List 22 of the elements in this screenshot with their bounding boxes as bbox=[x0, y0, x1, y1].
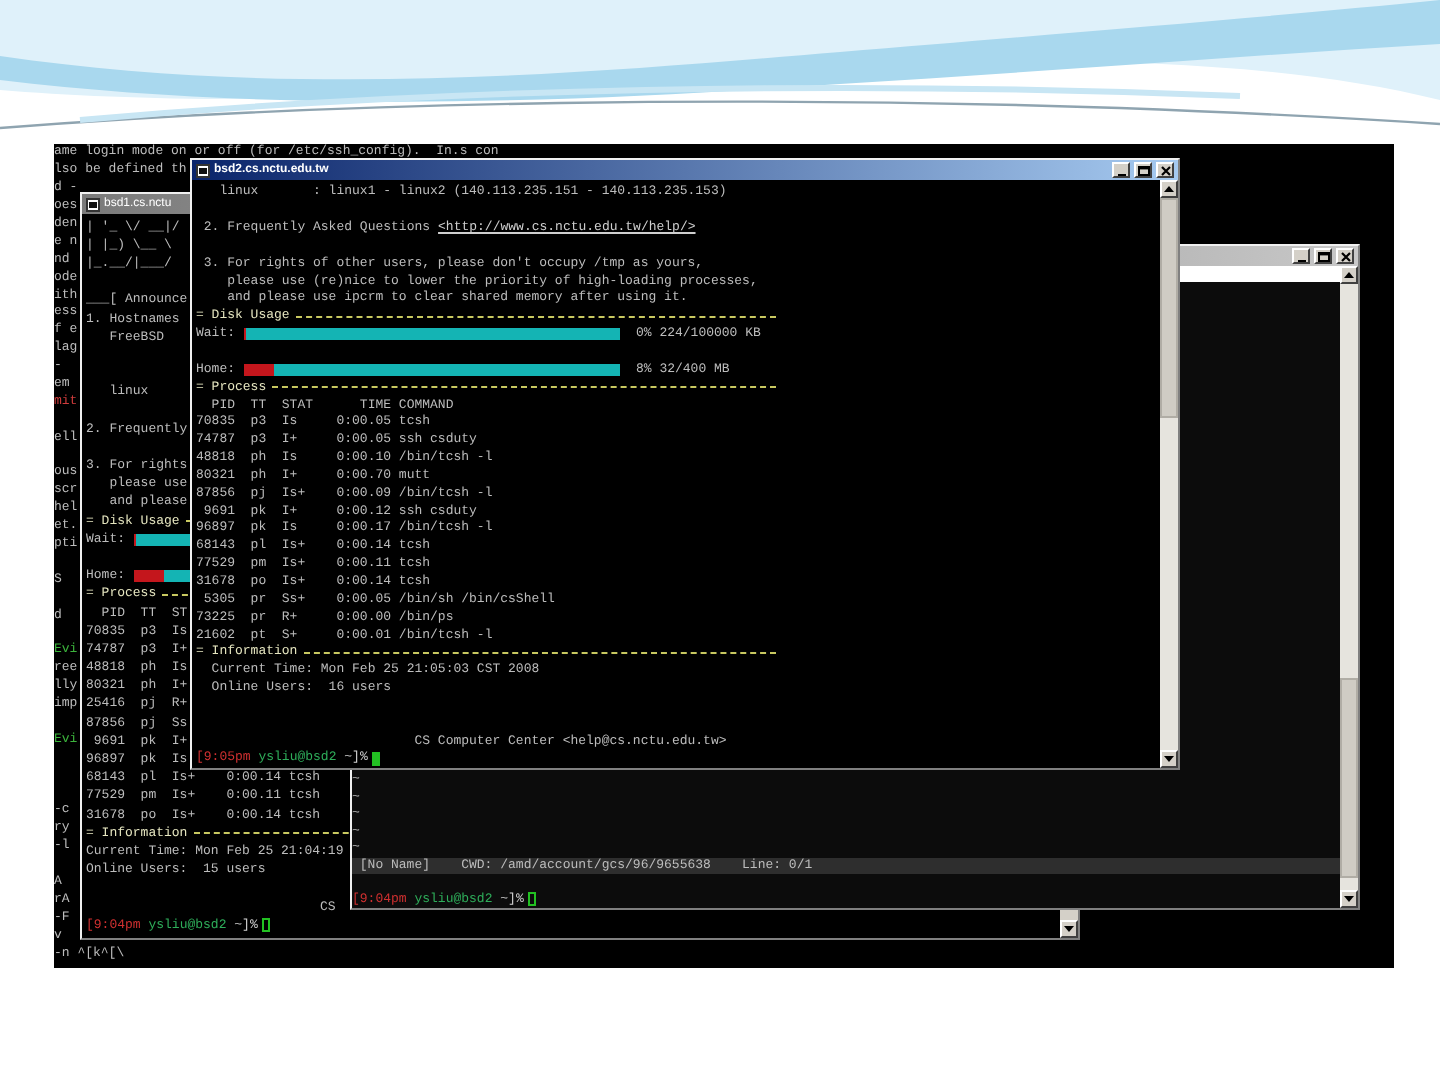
up-arrow-icon bbox=[1164, 186, 1174, 192]
down-arrow-icon bbox=[1164, 756, 1174, 762]
scrollbar-thumb[interactable] bbox=[1160, 198, 1178, 419]
minimize-button[interactable] bbox=[1292, 248, 1310, 264]
maximize-button[interactable] bbox=[1134, 162, 1152, 178]
maximize-button[interactable] bbox=[1314, 248, 1332, 264]
maximize-icon bbox=[1137, 165, 1149, 175]
terminal-icon bbox=[86, 197, 100, 211]
close-button[interactable] bbox=[1336, 248, 1354, 264]
close-icon bbox=[1339, 251, 1351, 261]
up-arrow-icon bbox=[1344, 272, 1354, 278]
terminal-icon bbox=[196, 163, 210, 177]
scrollbar[interactable] bbox=[1160, 180, 1178, 768]
scrollbar[interactable] bbox=[1340, 266, 1358, 908]
maximize-icon bbox=[1317, 251, 1329, 261]
down-arrow-icon bbox=[1344, 896, 1354, 902]
scroll-down-button[interactable] bbox=[1060, 920, 1078, 938]
minimize-button[interactable] bbox=[1112, 162, 1130, 178]
close-button[interactable] bbox=[1156, 162, 1174, 178]
close-icon bbox=[1159, 165, 1171, 175]
scrollbar-thumb[interactable] bbox=[1340, 677, 1358, 878]
down-arrow-icon bbox=[1064, 926, 1074, 932]
